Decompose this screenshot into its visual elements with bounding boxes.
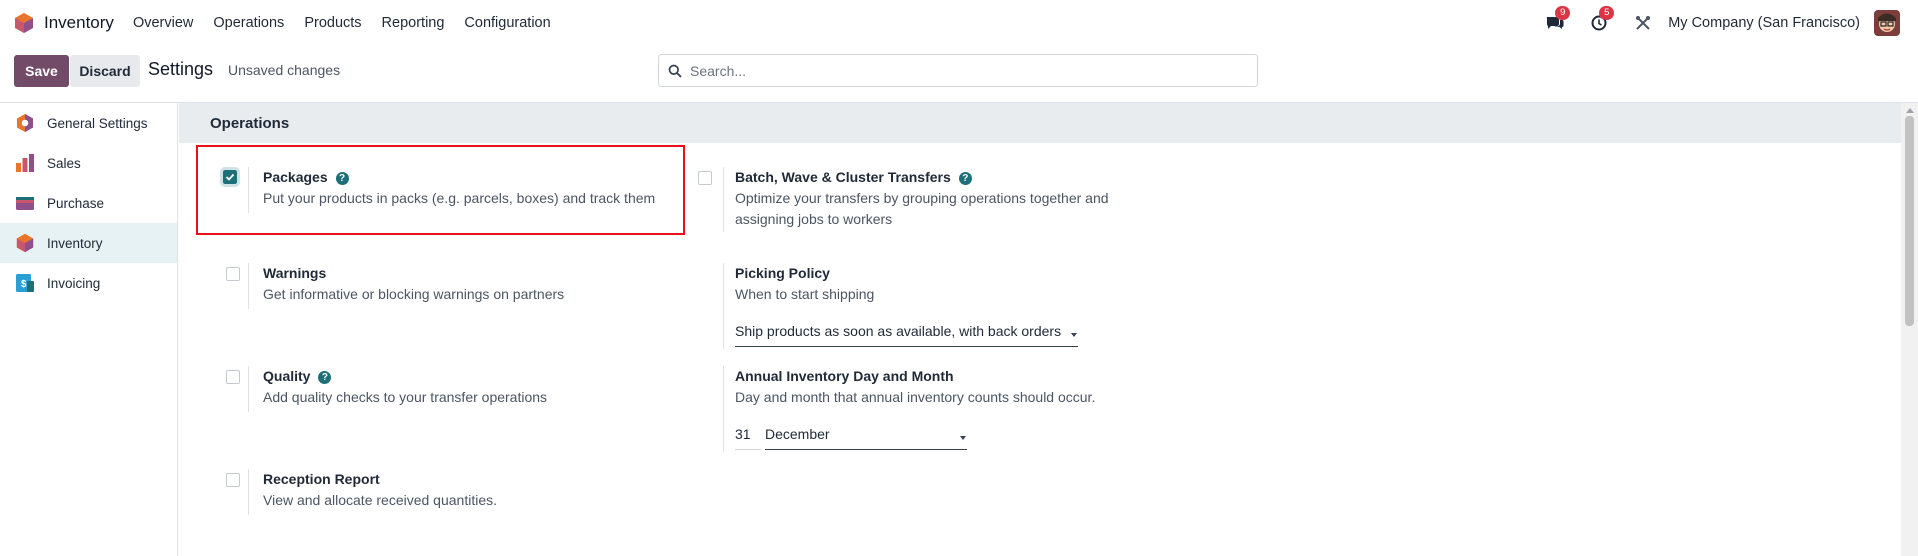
svg-text:$: $ [21, 279, 27, 290]
checkmark-icon [225, 173, 235, 181]
user-avatar-icon [1874, 10, 1900, 36]
messages-count-badge: 9 [1555, 6, 1571, 20]
setting-divider [723, 167, 724, 232]
setting-divider [723, 263, 724, 349]
packages-checkbox[interactable] [220, 167, 240, 187]
help-icon[interactable]: ? [335, 172, 349, 185]
sidebar-item-sales[interactable]: Sales [0, 143, 177, 183]
caret-down-icon [1071, 333, 1077, 337]
packages-title-text: Packages [263, 169, 328, 185]
annual-inventory-day-value: 31 [735, 426, 751, 442]
sidebar-item-label: Inventory [47, 235, 103, 251]
setting-divider [248, 366, 249, 412]
reception-report-checkbox[interactable] [226, 473, 240, 487]
company-switcher[interactable]: My Company (San Francisco) [1668, 15, 1860, 31]
section-header: Operations [179, 103, 1901, 143]
picking-policy-value: Ship products as soon as available, with… [735, 323, 1062, 339]
sidebar-item-label: General Settings [47, 115, 148, 131]
activities-button[interactable]: 5 [1588, 6, 1615, 34]
packages-title: Packages? [263, 169, 349, 185]
main-menu: Overview Operations Products Reporting C… [123, 15, 561, 31]
top-navbar: Inventory Overview Operations Products R… [0, 0, 1918, 46]
annual-inventory-month-select[interactable]: December [765, 426, 967, 450]
sales-icon [16, 154, 34, 172]
warnings-title: Warnings [263, 265, 327, 281]
reception-report-title: Reception Report [263, 471, 380, 487]
scroll-up-arrow-icon[interactable] [1906, 108, 1914, 113]
help-icon[interactable]: ? [958, 172, 972, 185]
discard-button[interactable]: Discard [70, 55, 140, 87]
picking-policy-select[interactable]: Ship products as soon as available, with… [735, 323, 1078, 347]
batch-transfers-checkbox[interactable] [698, 171, 712, 185]
annual-inventory-month-value: December [765, 426, 830, 442]
search-bar[interactable] [658, 54, 1258, 87]
sidebar-item-purchase[interactable]: Purchase [0, 183, 177, 223]
quality-title-text: Quality [263, 368, 311, 384]
batch-title-text: Batch, Wave & Cluster Transfers [735, 169, 951, 185]
page-title: Settings [148, 59, 214, 79]
inventory-icon [16, 233, 34, 253]
packages-description: Put your products in packs (e.g. parcels… [263, 190, 656, 206]
unsaved-status: Unsaved changes [228, 62, 341, 78]
save-button[interactable]: Save [14, 55, 69, 87]
setting-divider [248, 469, 249, 515]
systray: 9 5 My Company (San Francisco) [1544, 0, 1918, 46]
setting-divider [248, 167, 249, 213]
reception-report-description: View and allocate received quantities. [263, 492, 498, 508]
sidebar-item-label: Invoicing [47, 275, 101, 291]
quality-title: Quality? [263, 368, 332, 384]
invoicing-icon: $ [16, 274, 34, 292]
picking-policy-description: When to start shipping [735, 286, 875, 302]
sidebar-item-label: Sales [47, 155, 81, 171]
settings-content: Operations Packages? Put your products i… [179, 103, 1918, 556]
user-avatar[interactable] [1874, 10, 1900, 36]
warnings-description: Get informative or blocking warnings on … [263, 286, 565, 302]
purchase-icon [16, 197, 34, 210]
sidebar-item-general-settings[interactable]: General Settings [0, 103, 177, 143]
menu-configuration[interactable]: Configuration [454, 15, 560, 31]
app-name[interactable]: Inventory [44, 13, 114, 33]
menu-products[interactable]: Products [294, 15, 371, 31]
search-icon [668, 64, 682, 78]
batch-transfers-title: Batch, Wave & Cluster Transfers? [735, 169, 972, 185]
setting-divider [248, 263, 249, 309]
section-title: Operations [210, 115, 290, 132]
quality-description: Add quality checks to your transfer oper… [263, 389, 548, 405]
activities-count-badge: 5 [1599, 6, 1615, 20]
settings-sidebar: General Settings Sales Purchase Inventor… [0, 103, 178, 556]
inventory-app-icon [15, 13, 33, 33]
messages-button[interactable]: 9 [1544, 6, 1571, 34]
general-settings-icon [17, 114, 33, 132]
scrollbar[interactable] [1901, 103, 1918, 556]
scrollbar-thumb[interactable] [1905, 116, 1914, 326]
batch-transfers-description-line1: Optimize your transfers by grouping oper… [735, 190, 1109, 206]
menu-reporting[interactable]: Reporting [372, 15, 455, 31]
setting-divider [723, 366, 724, 452]
annual-inventory-description: Day and month that annual inventory coun… [735, 389, 1096, 405]
sidebar-item-invoicing[interactable]: $ Invoicing [0, 263, 177, 303]
annual-inventory-title: Annual Inventory Day and Month [735, 368, 954, 384]
tools-icon [1636, 16, 1651, 30]
warnings-checkbox[interactable] [226, 267, 240, 281]
search-input[interactable] [690, 62, 1250, 79]
picking-policy-title: Picking Policy [735, 265, 830, 281]
quality-checkbox[interactable] [226, 370, 240, 384]
help-icon[interactable]: ? [318, 371, 332, 384]
menu-overview[interactable]: Overview [123, 15, 203, 31]
annual-inventory-day-input[interactable]: 31 [735, 426, 761, 450]
batch-transfers-description-line2: assigning jobs to workers [735, 211, 893, 227]
caret-down-icon [960, 436, 966, 440]
menu-operations[interactable]: Operations [203, 15, 294, 31]
sidebar-item-label: Purchase [47, 195, 105, 211]
app-brand[interactable]: Inventory [14, 12, 114, 34]
sidebar-item-inventory[interactable]: Inventory [0, 223, 177, 263]
debug-tools-button[interactable] [1632, 12, 1654, 34]
